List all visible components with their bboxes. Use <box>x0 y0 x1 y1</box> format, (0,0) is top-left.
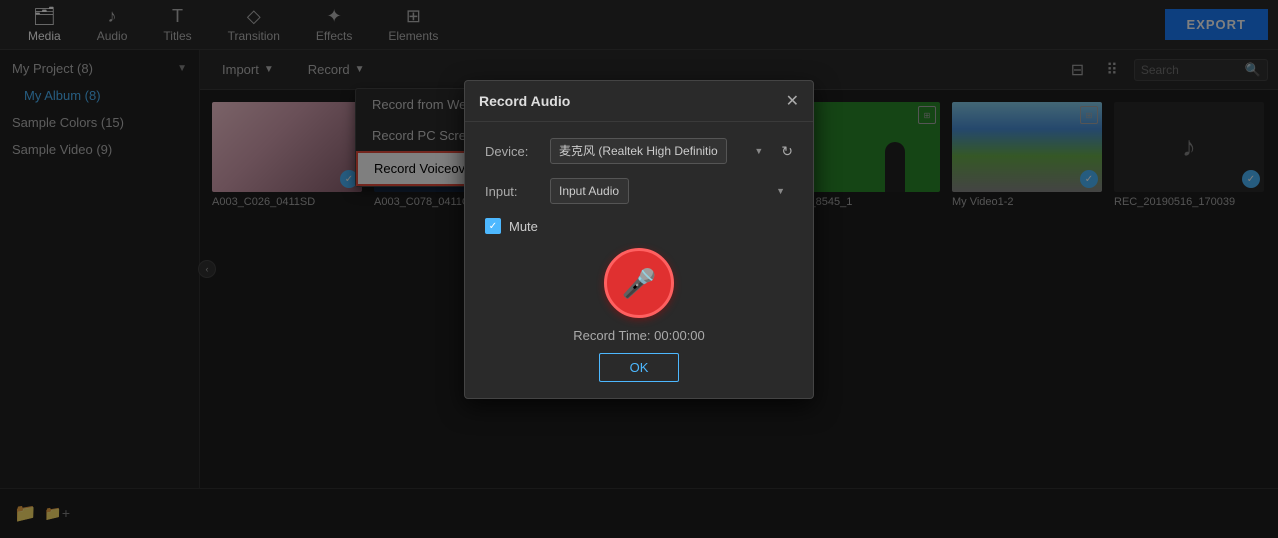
dialog-close-button[interactable]: ✕ <box>786 91 799 111</box>
dialog-body: Device: 麦克风 (Realtek High Definitio ↻ In… <box>465 122 813 398</box>
mute-row: ✓ Mute <box>485 218 793 234</box>
refresh-button[interactable]: ↻ <box>781 143 793 160</box>
mute-label: Mute <box>509 219 538 234</box>
device-label: Device: <box>485 144 540 159</box>
input-row: Input: Input Audio <box>485 178 793 204</box>
device-row: Device: 麦克风 (Realtek High Definitio ↻ <box>485 138 793 164</box>
dialog-overlay: Record Audio ✕ Device: 麦克风 (Realtek High… <box>0 0 1278 538</box>
device-select[interactable]: 麦克风 (Realtek High Definitio <box>550 138 727 164</box>
device-select-wrapper: 麦克风 (Realtek High Definitio <box>550 138 771 164</box>
mic-record-button[interactable]: 🎤 <box>485 248 793 318</box>
mute-checkbox[interactable]: ✓ <box>485 218 501 234</box>
dialog-header: Record Audio ✕ <box>465 81 813 122</box>
input-select[interactable]: Input Audio <box>550 178 629 204</box>
mic-circle[interactable]: 🎤 <box>604 248 674 318</box>
dialog-ok-button[interactable]: OK <box>599 353 680 382</box>
record-audio-dialog: Record Audio ✕ Device: 麦克风 (Realtek High… <box>464 80 814 399</box>
input-label: Input: <box>485 184 540 199</box>
input-select-wrapper: Input Audio <box>550 178 793 204</box>
record-time: Record Time: 00:00:00 <box>485 328 793 343</box>
dialog-title: Record Audio <box>479 93 570 109</box>
